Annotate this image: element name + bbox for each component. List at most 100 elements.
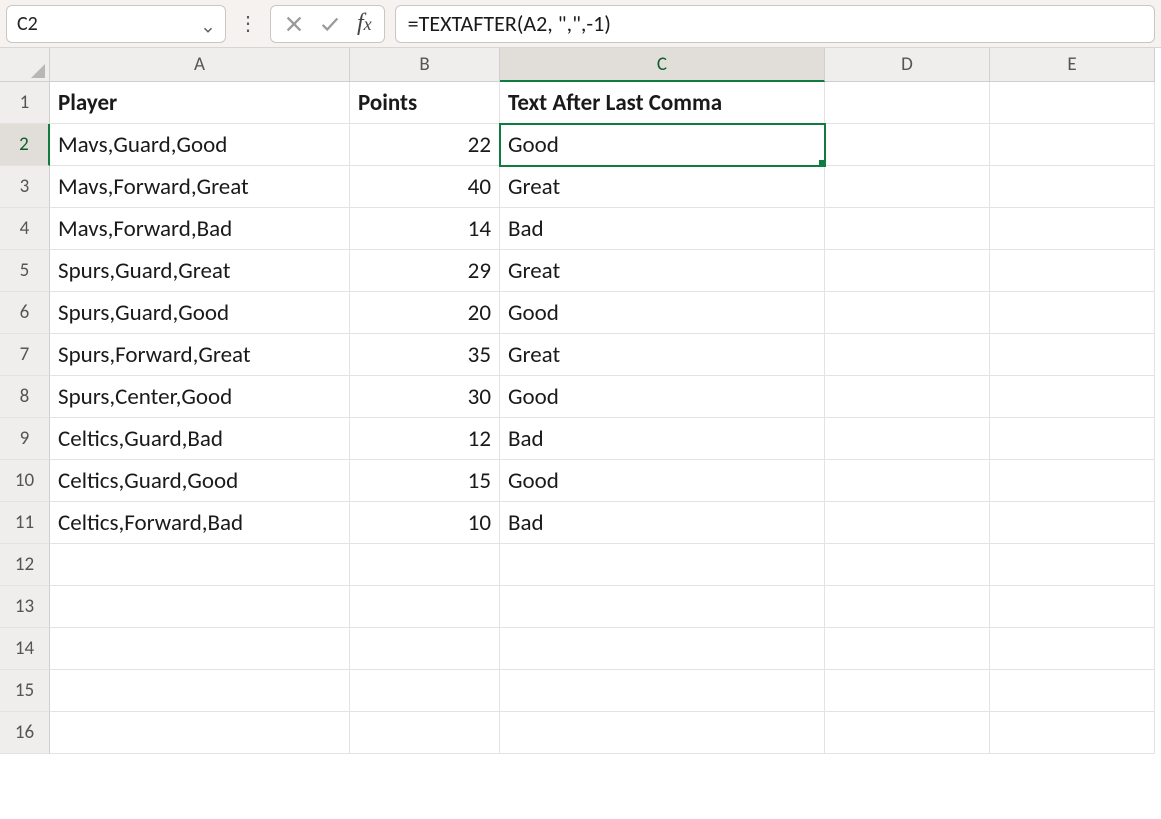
- cell-D8[interactable]: [825, 376, 990, 418]
- cell-E4[interactable]: [990, 208, 1155, 250]
- cell-B1[interactable]: Points: [350, 82, 500, 124]
- cell-A10[interactable]: Celtics,Guard,Good: [50, 460, 350, 502]
- cell-B8[interactable]: 30: [350, 376, 500, 418]
- cell-A13[interactable]: [50, 586, 350, 628]
- column-header-D[interactable]: D: [825, 48, 990, 82]
- cell-A6[interactable]: Spurs,Guard,Good: [50, 292, 350, 334]
- cell-A4[interactable]: Mavs,Forward,Bad: [50, 208, 350, 250]
- row-header-1[interactable]: 1: [0, 82, 50, 124]
- row-header-12[interactable]: 12: [0, 544, 50, 586]
- cell-C13[interactable]: [500, 586, 825, 628]
- row-header-10[interactable]: 10: [0, 460, 50, 502]
- cell-A9[interactable]: Celtics,Guard,Bad: [50, 418, 350, 460]
- row-header-8[interactable]: 8: [0, 376, 50, 418]
- row-header-16[interactable]: 16: [0, 712, 50, 754]
- cell-A16[interactable]: [50, 712, 350, 754]
- column-header-E[interactable]: E: [990, 48, 1155, 82]
- cell-E11[interactable]: [990, 502, 1155, 544]
- cell-C10[interactable]: Good: [500, 460, 825, 502]
- row-header-15[interactable]: 15: [0, 670, 50, 712]
- row-header-2[interactable]: 2: [0, 124, 50, 166]
- cell-C6[interactable]: Good: [500, 292, 825, 334]
- cell-D4[interactable]: [825, 208, 990, 250]
- row-header-14[interactable]: 14: [0, 628, 50, 670]
- cell-C8[interactable]: Good: [500, 376, 825, 418]
- row-header-5[interactable]: 5: [0, 250, 50, 292]
- cell-B12[interactable]: [350, 544, 500, 586]
- row-header-9[interactable]: 9: [0, 418, 50, 460]
- cell-E16[interactable]: [990, 712, 1155, 754]
- cell-E9[interactable]: [990, 418, 1155, 460]
- row-header-6[interactable]: 6: [0, 292, 50, 334]
- cell-C4[interactable]: Bad: [500, 208, 825, 250]
- row-header-13[interactable]: 13: [0, 586, 50, 628]
- cell-D1[interactable]: [825, 82, 990, 124]
- cell-A5[interactable]: Spurs,Guard,Great: [50, 250, 350, 292]
- cell-D6[interactable]: [825, 292, 990, 334]
- cancel-formula-icon[interactable]: [283, 13, 305, 35]
- cell-A8[interactable]: Spurs,Center,Good: [50, 376, 350, 418]
- cell-B6[interactable]: 20: [350, 292, 500, 334]
- cell-B16[interactable]: [350, 712, 500, 754]
- cell-A1[interactable]: Player: [50, 82, 350, 124]
- cell-C2[interactable]: Good: [500, 124, 825, 166]
- cell-B3[interactable]: 40: [350, 166, 500, 208]
- cell-C3[interactable]: Great: [500, 166, 825, 208]
- cell-B7[interactable]: 35: [350, 334, 500, 376]
- cell-C14[interactable]: [500, 628, 825, 670]
- cell-C5[interactable]: Great: [500, 250, 825, 292]
- cell-B5[interactable]: 29: [350, 250, 500, 292]
- cell-B13[interactable]: [350, 586, 500, 628]
- cell-C16[interactable]: [500, 712, 825, 754]
- cell-D9[interactable]: [825, 418, 990, 460]
- cell-B10[interactable]: 15: [350, 460, 500, 502]
- column-header-B[interactable]: B: [350, 48, 500, 82]
- cell-E13[interactable]: [990, 586, 1155, 628]
- cell-D15[interactable]: [825, 670, 990, 712]
- cell-D12[interactable]: [825, 544, 990, 586]
- cell-C7[interactable]: Great: [500, 334, 825, 376]
- cell-A3[interactable]: Mavs,Forward,Great: [50, 166, 350, 208]
- cell-E5[interactable]: [990, 250, 1155, 292]
- cell-D14[interactable]: [825, 628, 990, 670]
- cell-E3[interactable]: [990, 166, 1155, 208]
- column-header-A[interactable]: A: [50, 48, 350, 82]
- cell-E6[interactable]: [990, 292, 1155, 334]
- row-header-7[interactable]: 7: [0, 334, 50, 376]
- cell-E14[interactable]: [990, 628, 1155, 670]
- cell-C1[interactable]: Text After Last Comma: [500, 82, 825, 124]
- confirm-formula-icon[interactable]: [319, 13, 341, 35]
- row-header-4[interactable]: 4: [0, 208, 50, 250]
- cell-E7[interactable]: [990, 334, 1155, 376]
- cell-B9[interactable]: 12: [350, 418, 500, 460]
- row-header-11[interactable]: 11: [0, 502, 50, 544]
- cell-B15[interactable]: [350, 670, 500, 712]
- cell-E2[interactable]: [990, 124, 1155, 166]
- cell-D11[interactable]: [825, 502, 990, 544]
- cell-C12[interactable]: [500, 544, 825, 586]
- cell-A2[interactable]: Mavs,Guard,Good: [50, 124, 350, 166]
- vertical-dots-icon[interactable]: ⋮: [236, 11, 260, 36]
- cell-C9[interactable]: Bad: [500, 418, 825, 460]
- chevron-down-icon[interactable]: [201, 17, 215, 31]
- cell-A7[interactable]: Spurs,Forward,Great: [50, 334, 350, 376]
- cell-C15[interactable]: [500, 670, 825, 712]
- cell-E12[interactable]: [990, 544, 1155, 586]
- formula-input[interactable]: =TEXTAFTER(A2, ",",-1): [395, 5, 1155, 43]
- cell-D5[interactable]: [825, 250, 990, 292]
- cell-B14[interactable]: [350, 628, 500, 670]
- cell-B11[interactable]: 10: [350, 502, 500, 544]
- cell-C11[interactable]: Bad: [500, 502, 825, 544]
- row-header-3[interactable]: 3: [0, 166, 50, 208]
- cell-D13[interactable]: [825, 586, 990, 628]
- column-header-C[interactable]: C: [500, 48, 825, 82]
- cell-A15[interactable]: [50, 670, 350, 712]
- cell-D10[interactable]: [825, 460, 990, 502]
- spreadsheet-grid[interactable]: ABCDE 1PlayerPointsText After Last Comma 2…: [0, 48, 1161, 754]
- cell-E8[interactable]: [990, 376, 1155, 418]
- cell-E15[interactable]: [990, 670, 1155, 712]
- cell-D16[interactable]: [825, 712, 990, 754]
- cell-A12[interactable]: [50, 544, 350, 586]
- name-box[interactable]: C2: [6, 5, 226, 43]
- cell-B4[interactable]: 14: [350, 208, 500, 250]
